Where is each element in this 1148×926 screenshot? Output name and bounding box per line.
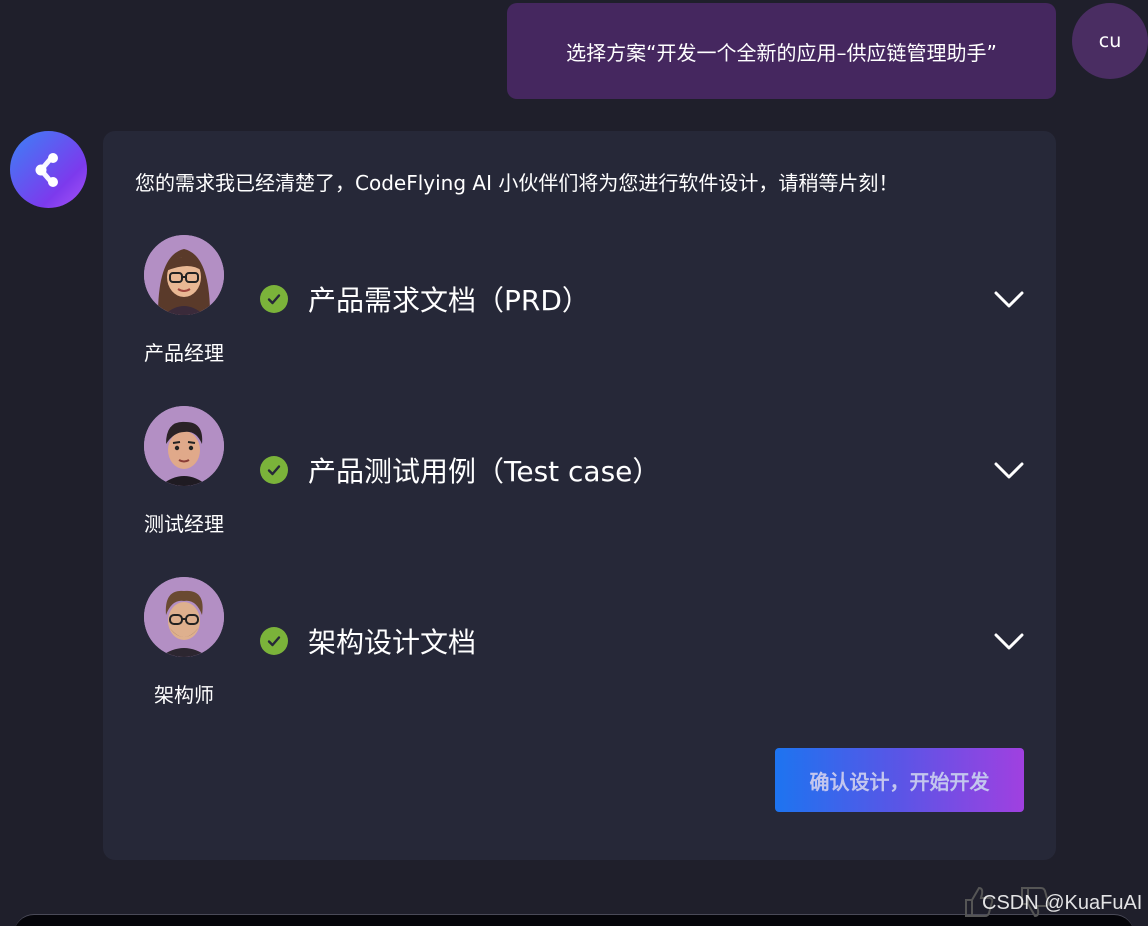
document-title[interactable]: 产品需求文档（PRD）: [308, 279, 590, 319]
document-title[interactable]: 产品测试用例（Test case）: [308, 450, 660, 490]
check-circle-icon: [260, 456, 288, 484]
design-row-architecture: 架构师 架构设计文档: [103, 577, 1056, 727]
check-circle-icon: [260, 627, 288, 655]
user-avatar[interactable]: cu: [1072, 3, 1148, 79]
bearded-avatar-icon: [144, 577, 224, 657]
chevron-down-icon[interactable]: [993, 290, 1025, 310]
row-role-label: 架构师: [154, 683, 214, 707]
user-message-text: 选择方案“开发一个全新的应用–供应链管理助手”: [566, 40, 997, 65]
chevron-down-icon[interactable]: [993, 461, 1025, 481]
row-role-label: 产品经理: [144, 341, 224, 365]
chevron-down-icon[interactable]: [993, 632, 1025, 652]
design-row-prd: 产品经理 产品需求文档（PRD）: [103, 235, 1056, 385]
confirm-design-button[interactable]: 确认设计，开始开发: [775, 748, 1024, 812]
male-avatar-icon: [144, 406, 224, 486]
user-message-bubble: 选择方案“开发一个全新的应用–供应链管理助手”: [507, 3, 1056, 99]
user-avatar-text: cu: [1098, 30, 1122, 52]
design-row-testcase: 测试经理 产品测试用例（Test case）: [103, 406, 1056, 556]
bot-message-card: 您的需求我已经清楚了，CodeFlying AI 小伙伴们将为您进行软件设计，请…: [103, 131, 1056, 860]
row-role-label: 测试经理: [144, 512, 224, 536]
document-title[interactable]: 架构设计文档: [308, 621, 476, 661]
watermark-text: CSDN @KuaFuAI: [982, 892, 1143, 914]
bot-avatar: [10, 131, 87, 208]
check-circle-icon: [260, 285, 288, 313]
share-logo-icon: [35, 152, 58, 187]
bot-intro-text: 您的需求我已经清楚了，CodeFlying AI 小伙伴们将为您进行软件设计，请…: [135, 171, 899, 195]
chat-page: 选择方案“开发一个全新的应用–供应链管理助手” cu 您的需求我已经清楚了，Co…: [0, 0, 1148, 926]
female-avatar-icon: [144, 235, 224, 315]
